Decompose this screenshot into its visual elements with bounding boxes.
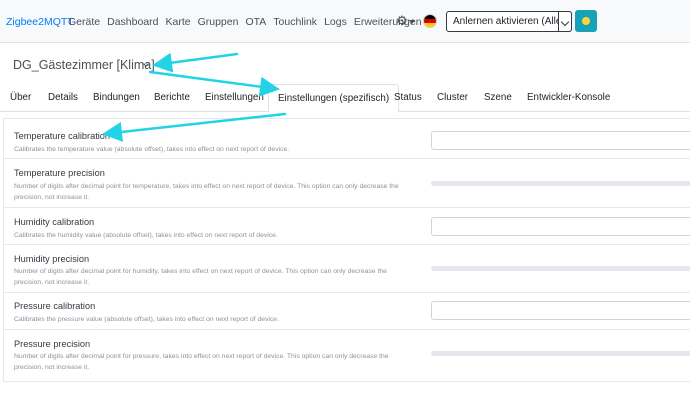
humidity-precision-slider[interactable] (431, 266, 690, 271)
tab-clusters[interactable]: Cluster (437, 92, 468, 103)
humidity-calibration-input[interactable] (431, 217, 690, 236)
setting-description: Calibrates the temperature value (absolu… (14, 146, 290, 153)
tab-scene[interactable]: Szene (484, 92, 512, 103)
permit-join-dropdown-toggle[interactable] (558, 11, 572, 32)
tab-settings-specific[interactable]: Einstellungen (spezifisch) (268, 84, 400, 113)
tab-state[interactable]: Status (394, 92, 422, 103)
setting-row: Pressure calibration Calibrates the pres… (4, 293, 690, 330)
gear-icon[interactable]: ⚙ (396, 13, 408, 29)
nav-link-dashboard[interactable]: Dashboard (107, 16, 158, 28)
nav-links: Geräte Dashboard Karte Gruppen OTA Touch… (68, 16, 429, 28)
setting-title: Temperature precision (14, 168, 105, 178)
setting-description: Number of digits after decimal point for… (14, 183, 399, 201)
tab-reporting[interactable]: Berichte (154, 92, 190, 103)
arrow-to-device-name (152, 52, 239, 73)
setting-title: Humidity precision (14, 254, 90, 264)
settings-panel: Temperature calibration Calibrates the t… (3, 118, 690, 382)
setting-description: Calibrates the humidity value (absolute … (14, 232, 278, 239)
nav-link-map[interactable]: Karte (165, 16, 190, 28)
temperature-precision-slider[interactable] (431, 181, 690, 186)
sun-icon[interactable] (575, 10, 597, 32)
nav-link-groups[interactable]: Gruppen (198, 16, 239, 28)
tab-dev-console[interactable]: Entwickler-Konsole (527, 92, 610, 103)
device-name[interactable]: DG_Gästezimmer [Klima] (13, 58, 155, 72)
setting-row: Pressure precision Number of digits afte… (4, 330, 690, 382)
nav-link-ota[interactable]: OTA (245, 16, 266, 28)
top-navbar: Zigbee2MQTT Geräte Dashboard Karte Grupp… (0, 0, 690, 43)
permit-join-button[interactable]: Anlernen aktivieren (Alle) (446, 11, 572, 32)
setting-title: Temperature calibration (14, 131, 111, 141)
brand-link[interactable]: Zigbee2MQTT (6, 16, 74, 28)
nav-link-touchlink[interactable]: Touchlink (273, 16, 317, 28)
chevron-down-icon[interactable] (409, 20, 415, 24)
tab-about[interactable]: Über (10, 92, 31, 103)
setting-row: Temperature precision Number of digits a… (4, 159, 690, 208)
setting-row: Temperature calibration Calibrates the t… (4, 119, 690, 159)
nav-link-devices[interactable]: Geräte (68, 16, 100, 28)
setting-title: Pressure calibration (14, 301, 96, 311)
setting-row: Humidity calibration Calibrates the humi… (4, 208, 690, 245)
setting-title: Humidity calibration (14, 217, 95, 227)
setting-description: Number of digits after decimal point for… (14, 268, 387, 286)
setting-description: Calibrates the pressure value (absolute … (14, 316, 279, 323)
pressure-precision-slider[interactable] (431, 351, 690, 356)
tab-bindings[interactable]: Bindungen (93, 92, 140, 103)
device-tabs: Über Details Bindungen Berichte Einstell… (0, 84, 690, 113)
tab-details[interactable]: Details (48, 92, 78, 103)
setting-description: Number of digits after decimal point for… (14, 353, 389, 371)
germany-flag-icon[interactable] (423, 14, 437, 28)
setting-title: Pressure precision (14, 339, 91, 349)
setting-row: Humidity precision Number of digits afte… (4, 245, 690, 293)
temperature-calibration-input[interactable] (431, 131, 690, 150)
nav-link-logs[interactable]: Logs (324, 16, 347, 28)
tab-settings[interactable]: Einstellungen (205, 92, 264, 103)
permit-join-label: Anlernen aktivieren (Alle) (453, 16, 565, 27)
pressure-calibration-input[interactable] (431, 301, 690, 320)
